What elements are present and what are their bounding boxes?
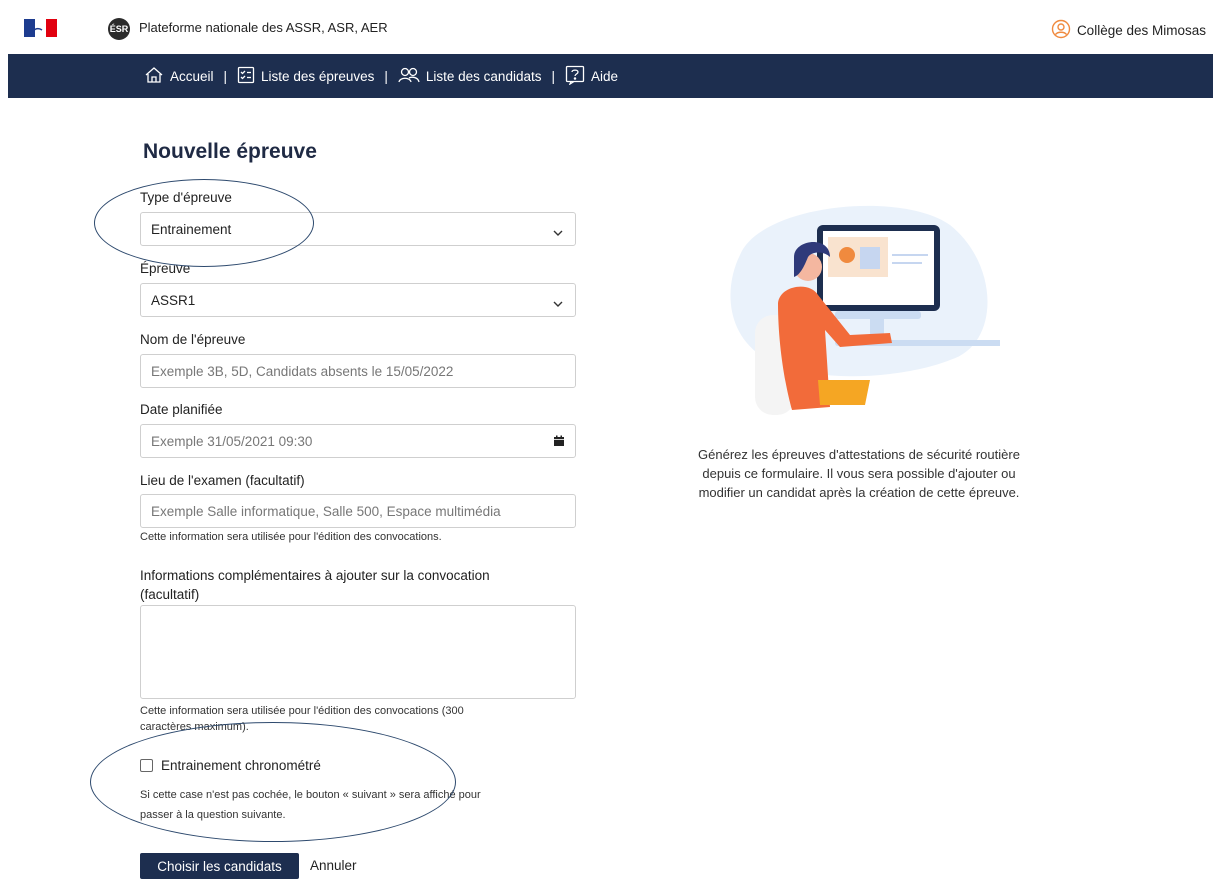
type-epreuve-label: Type d'épreuve (140, 190, 232, 205)
nav-item-label: Liste des candidats (425, 68, 542, 84)
epreuve-label: Épreuve (140, 261, 191, 276)
type-epreuve-select[interactable]: Entrainement (140, 212, 576, 246)
informations-label: Informations complémentaires à ajouter s… (140, 566, 490, 604)
illustration-person-at-computer (700, 195, 1005, 430)
nav-item-liste-epreuves[interactable]: Liste des épreuves (237, 66, 374, 87)
chrono-help-line: passer à la question suivante. (140, 809, 286, 821)
chrono-checkbox-label[interactable]: Entrainement chronométré (161, 758, 321, 773)
chevron-down-icon (553, 225, 563, 240)
date-planifiee-input[interactable]: Exemple 31/05/2021 09:30 (140, 424, 576, 458)
help-icon (565, 65, 585, 88)
chrono-help-line: Si cette case n'est pas cochée, le bouto… (140, 789, 481, 801)
lieu-examen-placeholder: Exemple Salle informatique, Salle 500, E… (151, 503, 501, 519)
user-icon (1051, 19, 1071, 42)
lieu-examen-help: Cette information sera utilisée pour l'é… (140, 531, 442, 543)
checklist-icon (237, 66, 255, 87)
page-title: Nouvelle épreuve (143, 140, 317, 163)
chrono-checkbox[interactable] (140, 759, 153, 772)
informations-label-line: Informations complémentaires à ajouter s… (140, 568, 490, 583)
choisir-candidats-button[interactable]: Choisir les candidats (140, 853, 299, 879)
aside-description-line: Générez les épreuves d'attestations de s… (698, 447, 1020, 462)
informations-textarea[interactable] (140, 605, 576, 699)
nav-separator: | (384, 68, 388, 84)
informations-label-line: (facultatif) (140, 587, 200, 602)
user-menu[interactable]: Collège des Mimosas (1051, 19, 1206, 42)
nav-separator: | (223, 68, 228, 84)
informations-help-line: Cette information sera utilisée pour l'é… (140, 705, 464, 717)
nom-epreuve-placeholder: Exemple 3B, 5D, Candidats absents le 15/… (151, 363, 454, 379)
nom-epreuve-input[interactable]: Exemple 3B, 5D, Candidats absents le 15/… (140, 354, 576, 388)
nav-item-accueil[interactable]: Accueil (144, 66, 214, 87)
home-icon (144, 66, 164, 87)
nom-epreuve-label: Nom de l'épreuve (140, 332, 246, 347)
annuler-button[interactable]: Annuler (310, 858, 357, 873)
epreuve-select[interactable]: ASSR1 (140, 283, 576, 317)
calendar-icon[interactable] (553, 435, 565, 450)
aside-description-line: depuis ce formulaire. Il vous sera possi… (702, 466, 1016, 481)
lieu-examen-input[interactable]: Exemple Salle informatique, Salle 500, E… (140, 494, 576, 528)
chrono-checkbox-row[interactable]: Entrainement chronométré (140, 758, 321, 773)
site-title[interactable]: Plateforme nationale des ASSR, ASR, AER (139, 20, 388, 35)
nav-separator: | (551, 68, 555, 84)
nav-item-label: Accueil (170, 68, 214, 84)
epreuve-value: ASSR1 (151, 292, 196, 308)
informations-help-line: caractères maximum). (140, 721, 249, 733)
user-name: Collège des Mimosas (1076, 23, 1206, 38)
nav-item-liste-candidats[interactable]: Liste des candidats (398, 66, 542, 87)
lieu-examen-label: Lieu de l'examen (facultatif) (140, 473, 305, 488)
users-icon (398, 66, 420, 87)
date-planifiee-label: Date planifiée (140, 402, 223, 417)
type-epreuve-value: Entrainement (151, 221, 232, 237)
aside-description: Générez les épreuves d'attestations de s… (655, 445, 1063, 502)
esr-logo: ÉSR (108, 18, 130, 40)
main-nav: Accueil | Liste des épreuves | Liste des… (8, 54, 1213, 98)
chevron-down-icon (553, 296, 563, 311)
nav-item-label: Liste des épreuves (261, 68, 375, 84)
informations-help: Cette information sera utilisée pour l'é… (140, 703, 464, 735)
republique-francaise-flag-logo (24, 19, 57, 37)
nav-item-aide[interactable]: Aide (565, 65, 618, 88)
chrono-help: Si cette case n'est pas cochée, le bouto… (140, 785, 481, 825)
nav-item-label: Aide (590, 68, 619, 84)
aside-description-line: modifier un candidat après la création d… (698, 485, 1020, 500)
date-planifiee-placeholder: Exemple 31/05/2021 09:30 (151, 433, 313, 449)
